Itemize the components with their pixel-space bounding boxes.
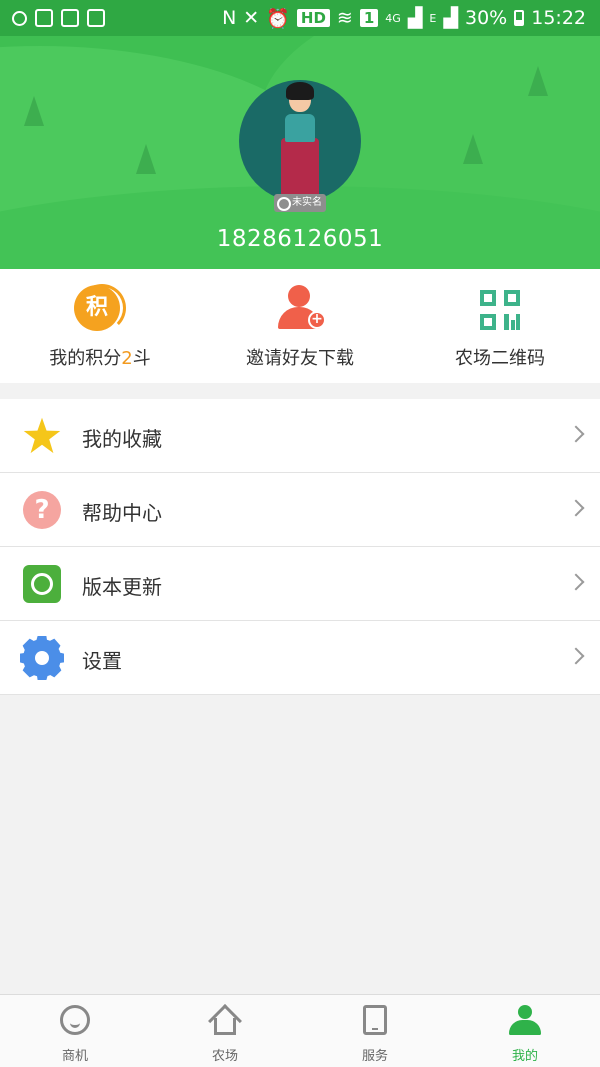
avatar-figure xyxy=(286,82,314,100)
points-icon: 积 xyxy=(74,284,126,333)
wifi-icon: ≋ xyxy=(336,7,353,29)
battery-percent: 30% xyxy=(465,7,508,29)
tree-decoration xyxy=(528,66,548,96)
quick-actions: 积 我的积分2斗 + 邀请好友下载 农场二维码 xyxy=(0,269,600,383)
network-type: 4G xyxy=(385,11,401,25)
tab-service[interactable]: 服务 xyxy=(300,995,450,1067)
tab-farm[interactable]: 农场 xyxy=(150,995,300,1067)
tab-business[interactable]: 商机 xyxy=(0,995,150,1067)
update-icon xyxy=(23,565,61,603)
home-icon xyxy=(208,1004,242,1038)
tree-decoration xyxy=(136,144,156,174)
chat-icon xyxy=(60,1005,90,1035)
signal-icon: ▟ xyxy=(443,7,458,29)
clock: 15:22 xyxy=(531,7,586,29)
profile-header: 未实名 18286126051 xyxy=(0,36,600,269)
tab-label: 我的 xyxy=(511,1049,538,1064)
nfc-icon: N xyxy=(222,7,237,29)
menu-item-label: 帮助中心 xyxy=(82,501,162,525)
tab-label: 农场 xyxy=(211,1049,238,1064)
points-button[interactable]: 积 我的积分2斗 xyxy=(0,269,200,383)
qrcode-label: 农场二维码 xyxy=(455,348,545,369)
bottom-tab-bar: 商机 农场 服务 我的 xyxy=(0,994,600,1067)
menu-item-help[interactable]: ? 帮助中心 xyxy=(0,473,600,547)
chevron-right-icon xyxy=(567,573,585,591)
hd-badge: HD xyxy=(296,9,330,27)
chevron-right-icon xyxy=(567,499,585,517)
tab-label: 服务 xyxy=(361,1049,388,1064)
chevron-right-icon xyxy=(567,425,585,443)
tab-mine[interactable]: 我的 xyxy=(450,995,600,1067)
menu-item-settings[interactable]: 设置 xyxy=(0,621,600,695)
paw-icon xyxy=(61,9,79,27)
sim-badge: 1 xyxy=(359,9,379,27)
menu-item-label: 我的收藏 xyxy=(82,427,162,451)
settings-menu: 我的收藏 ? 帮助中心 版本更新 设置 xyxy=(0,399,600,695)
search-icon xyxy=(12,10,27,26)
data-type: E xyxy=(429,11,437,25)
paw-icon xyxy=(87,9,105,27)
points-label: 我的积分2斗 xyxy=(49,348,151,369)
battery-icon xyxy=(514,10,525,26)
status-bar: N ✕ ⏰ HD ≋ 1 4G ▟ E ▟ 30% 15:22 xyxy=(0,0,600,36)
notification-icons xyxy=(12,9,105,27)
avatar[interactable] xyxy=(239,80,361,202)
chevron-right-icon xyxy=(567,647,585,665)
menu-item-label: 设置 xyxy=(82,649,122,673)
points-value: 2 xyxy=(121,348,133,369)
avatar-figure xyxy=(281,138,319,202)
image-icon xyxy=(35,9,53,27)
signal-icon: ▟ xyxy=(407,7,423,29)
farm-qrcode-button[interactable]: 农场二维码 xyxy=(400,269,600,383)
system-indicators: N ✕ ⏰ HD ≋ 1 4G ▟ E ▟ 30% 15:22 xyxy=(222,7,586,30)
tab-label: 商机 xyxy=(61,1049,88,1064)
user-icon xyxy=(509,1005,541,1035)
menu-item-favorites[interactable]: 我的收藏 xyxy=(0,399,600,473)
avatar-figure xyxy=(285,114,315,142)
tablet-icon xyxy=(363,1005,387,1035)
mute-icon: ✕ xyxy=(243,7,260,29)
unverified-badge: 未实名 xyxy=(274,194,326,212)
star-icon xyxy=(23,417,61,454)
help-icon: ? xyxy=(23,491,61,529)
alarm-icon: ⏰ xyxy=(266,7,290,30)
menu-item-label: 版本更新 xyxy=(82,575,162,599)
tree-decoration xyxy=(463,134,483,164)
invite-label: 邀请好友下载 xyxy=(246,348,354,369)
invite-friends-button[interactable]: + 邀请好友下载 xyxy=(200,269,400,383)
tree-decoration xyxy=(24,96,44,126)
phone-number: 18286126051 xyxy=(216,226,384,252)
gear-icon xyxy=(23,639,61,677)
add-user-icon: + xyxy=(274,285,326,331)
menu-item-update[interactable]: 版本更新 xyxy=(0,547,600,621)
qrcode-icon xyxy=(480,290,520,330)
